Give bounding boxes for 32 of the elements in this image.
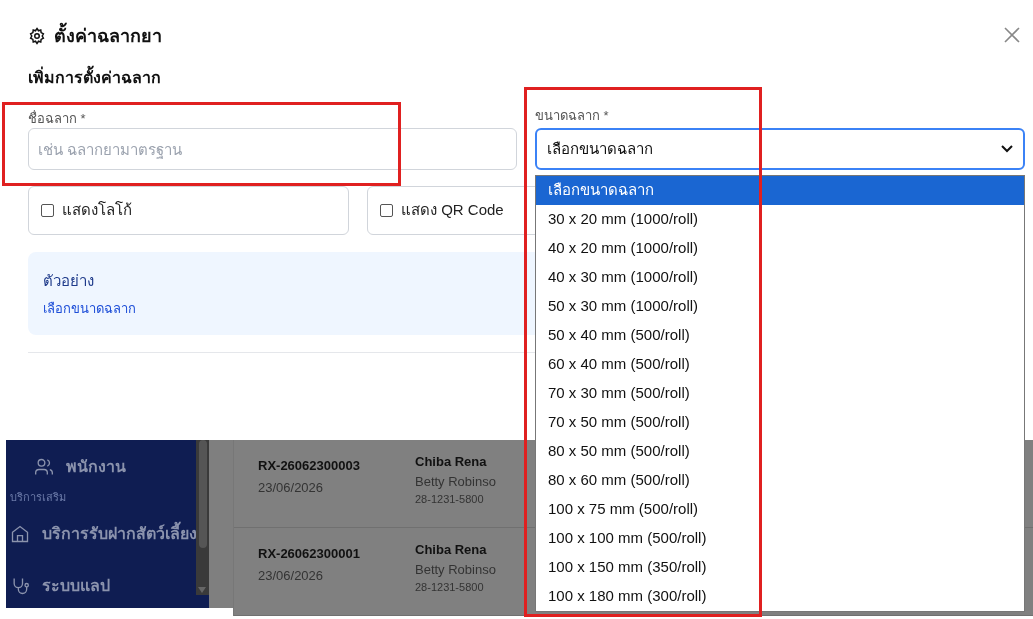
- input-field[interactable]: เช่น ฉลากยามาตรฐาน: [28, 128, 517, 170]
- checkbox[interactable]: [41, 204, 54, 217]
- house-icon: [10, 524, 30, 544]
- phone-number: 28-1231-5800: [415, 580, 485, 595]
- settings-icon: [28, 27, 46, 45]
- field-label: ขนาดฉลาก *: [535, 107, 610, 124]
- checkbox-label: แสดง QR Code: [401, 200, 504, 221]
- prescription-date: 23/06/2026: [258, 566, 325, 585]
- sidebar-item[interactable]: บริการรับฝากสัตว์เลี้ยง: [42, 522, 197, 546]
- sidebar-item[interactable]: พนักงาน: [66, 455, 126, 479]
- checkbox-label: แสดงโลโก้: [62, 200, 132, 221]
- dropdown-option[interactable]: เลือกขนาดฉลาก: [536, 176, 1024, 205]
- dialog-title: ตั้งค่าฉลากยา: [54, 22, 162, 50]
- prescription-number: RX-26062300003: [258, 457, 361, 475]
- select-field[interactable]: เลือกขนาดฉลาก: [535, 128, 1025, 170]
- close-button[interactable]: [1003, 26, 1021, 44]
- prescription-number: RX-26062300001: [258, 545, 361, 563]
- field-label: ชื่อฉลาก *: [28, 111, 86, 126]
- checkbox[interactable]: [380, 204, 393, 217]
- patient-name: Chiba Rena: [415, 453, 488, 471]
- users-icon: [34, 457, 54, 477]
- preview-text: เลือกขนาดฉลาก: [43, 299, 136, 318]
- preview-title: ตัวอย่าง: [43, 271, 94, 291]
- owner-name: Betty Robinso: [415, 560, 496, 579]
- chevron-down-icon: [1001, 145, 1013, 153]
- owner-name: Betty Robinso: [415, 472, 496, 491]
- phone-number: 28-1231-5800: [415, 492, 485, 507]
- section-title: เพิ่มการตั้งค่าฉลาก: [28, 66, 1005, 90]
- prescription-date: 23/06/2026: [258, 478, 325, 497]
- patient-name: Chiba Rena: [415, 541, 488, 559]
- sidebar-section-label: บริการเสริม: [9, 489, 67, 505]
- sidebar-item[interactable]: ระบบแลป: [42, 574, 110, 598]
